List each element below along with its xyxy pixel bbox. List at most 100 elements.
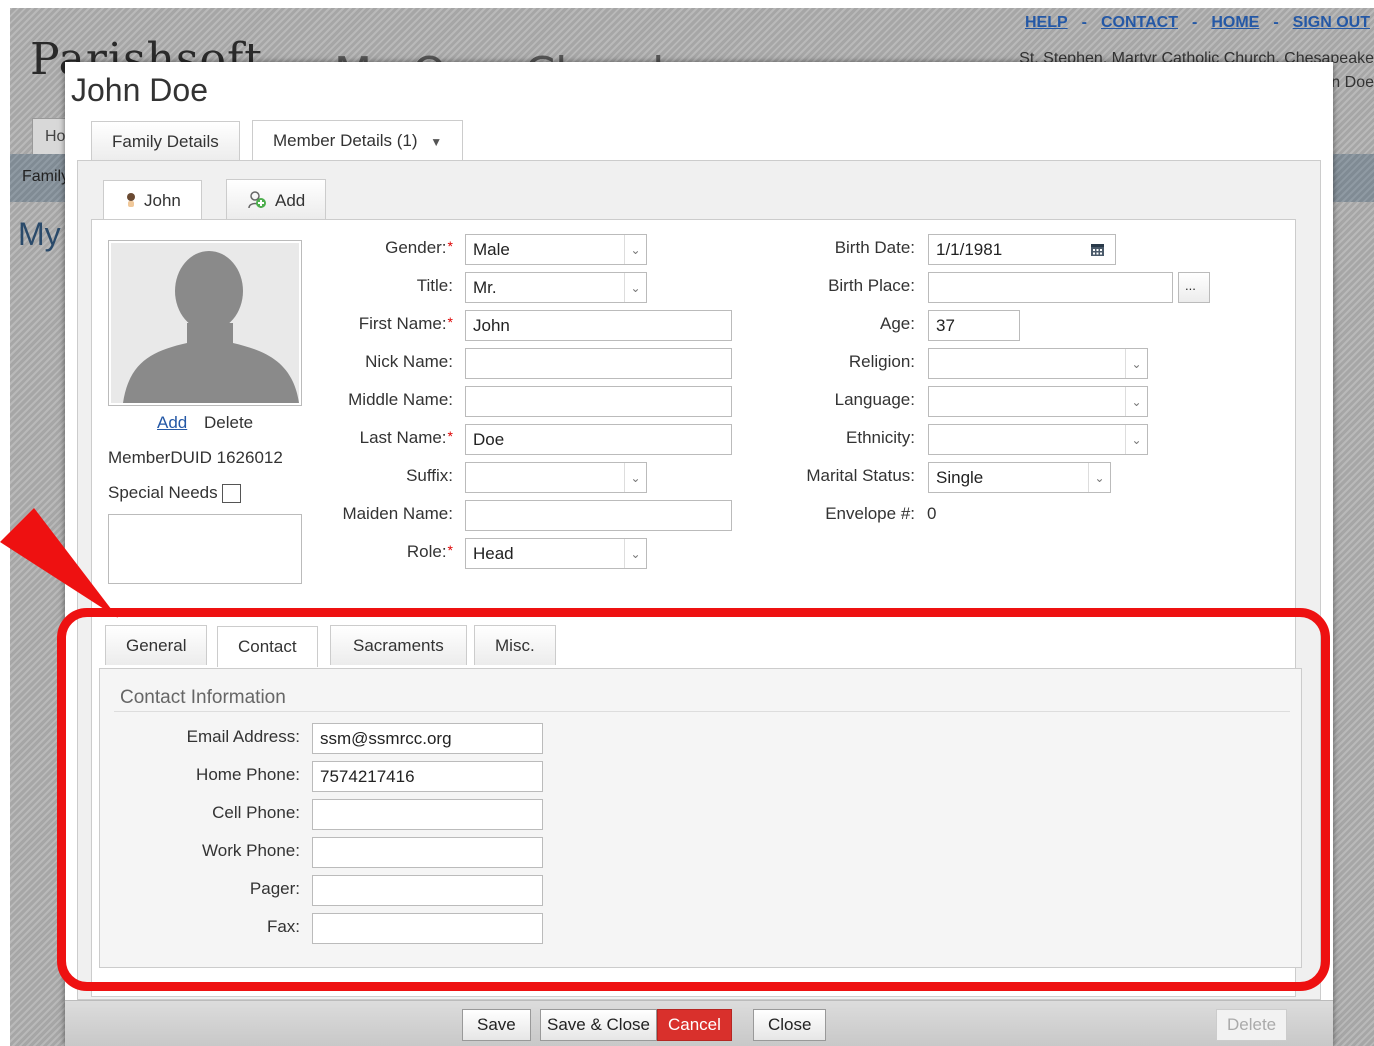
header-links: HELP - CONTACT - HOME - SIGN OUT (1024, 14, 1370, 31)
member-photo[interactable] (108, 240, 302, 406)
first-name-label-text: First Name: (358, 314, 447, 333)
pager-input[interactable] (312, 875, 543, 906)
close-button[interactable]: Close (753, 1009, 827, 1041)
member-duid: MemberDUID 1626012 (108, 448, 283, 467)
envelope-value: 0 (927, 504, 937, 523)
work-phone-input[interactable] (312, 837, 543, 868)
envelope-label: Envelope #: (825, 504, 915, 523)
last-name-label-text: Last Name: (359, 428, 447, 447)
language-select[interactable]: ⌄ (928, 386, 1148, 417)
first-name-value: John (473, 316, 510, 335)
language-label: Language: (834, 390, 915, 409)
nick-name-label-text: Nick Name: (365, 352, 453, 371)
dropdown-arrow-icon[interactable]: ▼ (430, 135, 442, 149)
email-address-label: Email Address: (186, 727, 300, 746)
gender-label-text: Gender: (385, 238, 447, 257)
middle-name-input[interactable] (465, 386, 732, 417)
role-label-text: Role: (406, 542, 447, 561)
suffix-label: Suffix: (285, 466, 453, 486)
photo-delete-link[interactable]: Delete (204, 413, 253, 433)
dialog-footer: Save Save & Close Cancel Close Delete (65, 1000, 1333, 1046)
birth-place-lookup-button[interactable]: ... (1178, 272, 1210, 303)
required-marker: * (447, 238, 453, 254)
avatar-silhouette-icon (111, 243, 299, 403)
gender-select[interactable]: Male ⌄ (465, 234, 647, 265)
cancel-button[interactable]: Cancel (657, 1009, 732, 1041)
tab-sacraments[interactable]: Sacraments (330, 625, 467, 665)
chevron-down-icon[interactable]: ⌄ (1125, 349, 1147, 378)
marital-status-label: Marital Status: (806, 466, 915, 485)
fax-input[interactable] (312, 913, 543, 944)
sign-out-link[interactable]: SIGN OUT (1293, 14, 1370, 31)
chevron-down-icon[interactable]: ⌄ (1125, 387, 1147, 416)
tab-family-details-label: Family Details (112, 132, 219, 151)
home-link[interactable]: HOME (1211, 14, 1259, 31)
chevron-down-icon[interactable]: ⌄ (1125, 425, 1147, 454)
tab-contact[interactable]: Contact (217, 626, 318, 667)
help-link[interactable]: HELP (1025, 14, 1068, 31)
cell-phone-label: Cell Phone: (212, 803, 300, 822)
role-select[interactable]: Head ⌄ (465, 538, 647, 569)
maiden-name-label: Maiden Name: (285, 504, 453, 524)
dialog-title: John Doe (71, 72, 208, 108)
role-label: Role:* (285, 542, 453, 562)
middle-name-label: Middle Name: (285, 390, 453, 410)
marital-status-value: Single (936, 468, 984, 487)
birth-date-label: Birth Date: (834, 238, 915, 257)
home-phone-input[interactable]: 7574217416 (312, 761, 543, 792)
birth-place-input[interactable] (928, 272, 1173, 303)
nick-name-input[interactable] (465, 348, 732, 379)
special-needs-checkbox[interactable] (222, 484, 241, 503)
delete-button: Delete (1216, 1009, 1288, 1041)
member-dialog: John Doe Family Details Member Details (… (65, 62, 1333, 1046)
member-tab-john[interactable]: John (103, 180, 202, 221)
chevron-down-icon[interactable]: ⌄ (624, 273, 646, 302)
cell-phone-input[interactable] (312, 799, 543, 830)
title-select[interactable]: Mr. ⌄ (465, 272, 647, 303)
photo-add-link-text: Add (157, 413, 188, 432)
tab-misc[interactable]: Misc. (474, 625, 556, 665)
middle-name-label-text: Middle Name: (348, 390, 453, 409)
first-name-input[interactable]: John (465, 310, 732, 341)
chevron-down-icon[interactable]: ⌄ (1088, 463, 1110, 492)
add-member-tab[interactable]: Add (226, 179, 327, 219)
maiden-name-input[interactable] (465, 500, 732, 531)
contact-information-legend: Contact Information (120, 687, 286, 708)
last-name-value: Doe (473, 430, 505, 449)
calendar-icon[interactable] (1090, 242, 1105, 257)
tab-member-details[interactable]: Member Details (1) ▼ (252, 120, 464, 162)
chevron-down-icon[interactable]: ⌄ (624, 539, 646, 568)
save-close-button[interactable]: Save & Close (540, 1009, 657, 1041)
last-name-input[interactable]: Doe (465, 424, 732, 455)
contact-panel: Contact Information Email Address: ssm@ss… (99, 668, 1302, 968)
required-marker: * (447, 428, 453, 444)
suffix-select[interactable]: ⌄ (465, 462, 647, 493)
pager-label: Pager: (249, 879, 300, 898)
save-button[interactable]: Save (462, 1009, 531, 1041)
special-needs-notes[interactable] (108, 514, 302, 584)
last-name-label: Last Name:* (285, 428, 453, 448)
title-value: Mr. (473, 278, 497, 297)
first-name-label: First Name:* (285, 314, 453, 334)
chevron-down-icon[interactable]: ⌄ (624, 235, 646, 264)
tab-member-details-label: Member Details (1) (273, 131, 418, 150)
add-person-icon (247, 190, 267, 210)
religion-select[interactable]: ⌄ (928, 348, 1148, 379)
email-address-input[interactable]: ssm@ssmrcc.org (312, 723, 543, 754)
nav-family[interactable]: Family (22, 168, 69, 186)
religion-label: Religion: (848, 352, 915, 371)
age-input[interactable]: 37 (928, 310, 1020, 341)
tab-general[interactable]: General (105, 625, 208, 665)
contact-link[interactable]: CONTACT (1101, 14, 1178, 31)
ethnicity-select[interactable]: ⌄ (928, 424, 1148, 455)
required-marker: * (447, 314, 453, 330)
maiden-name-label-text: Maiden Name: (342, 504, 453, 523)
member-tab-label: John (144, 191, 181, 210)
tab-family-details[interactable]: Family Details (91, 121, 240, 161)
chevron-down-icon[interactable]: ⌄ (624, 463, 646, 492)
marital-status-select[interactable]: Single ⌄ (928, 462, 1111, 493)
photo-add-link[interactable]: Add (157, 413, 187, 433)
birth-date-value: 1/1/1981 (936, 240, 1003, 259)
suffix-label-text: Suffix: (406, 466, 453, 485)
birth-date-input[interactable]: 1/1/1981 (928, 234, 1116, 265)
